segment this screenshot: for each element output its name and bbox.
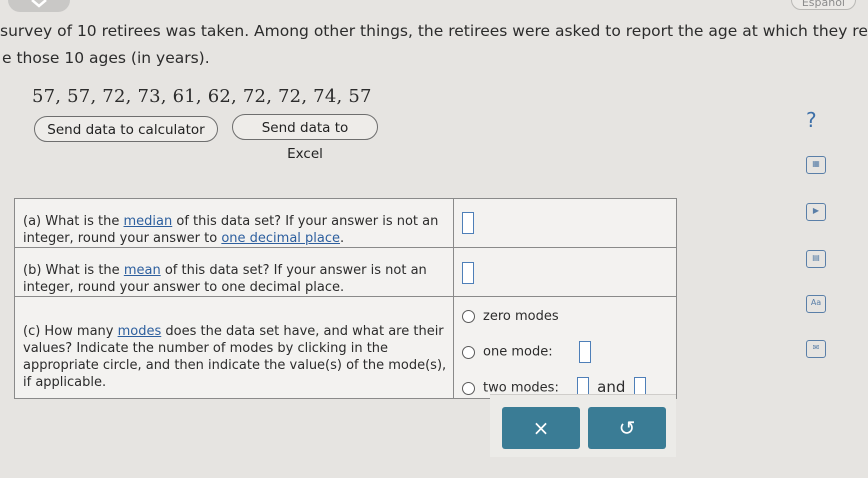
answer-b-cell bbox=[453, 247, 677, 297]
prompt-line-2: e those 10 ages (in years). bbox=[2, 49, 210, 67]
send-to-calculator-button[interactable]: Send data to calculator bbox=[34, 116, 218, 142]
zero-modes-option[interactable]: zero modes bbox=[462, 309, 559, 324]
text-icon[interactable]: Aa bbox=[806, 295, 826, 313]
question-b: (b) What is the mean of this data set? I… bbox=[14, 247, 454, 297]
one-mode-radio[interactable] bbox=[462, 345, 475, 359]
send-to-excel-button[interactable]: Send data to Excel bbox=[232, 114, 378, 162]
chevron-down-icon bbox=[31, 0, 47, 8]
undo-button[interactable]: ↺ bbox=[588, 407, 666, 449]
mean-link[interactable]: mean bbox=[124, 263, 161, 278]
clear-button[interactable]: × bbox=[502, 407, 580, 449]
answer-a-cell bbox=[453, 198, 677, 248]
data-values: 57, 57, 72, 73, 61, 62, 72, 72, 74, 57 bbox=[32, 86, 372, 107]
collapse-chip[interactable] bbox=[8, 0, 70, 12]
median-answer-input[interactable] bbox=[462, 212, 474, 234]
table-icon[interactable]: ▤ bbox=[806, 250, 826, 268]
one-mode-option[interactable]: one mode: bbox=[462, 341, 591, 363]
calculator-icon[interactable]: ▦ bbox=[806, 156, 826, 174]
language-button[interactable]: Español bbox=[790, 0, 856, 10]
help-icon[interactable]: ? bbox=[806, 108, 817, 132]
mean-answer-input[interactable] bbox=[462, 262, 474, 284]
modes-link[interactable]: modes bbox=[118, 324, 162, 339]
play-icon[interactable]: ▶ bbox=[806, 203, 826, 221]
two-modes-radio[interactable] bbox=[462, 381, 475, 395]
decimal-place-link[interactable]: one decimal place bbox=[221, 231, 340, 246]
zero-modes-radio[interactable] bbox=[462, 310, 475, 323]
mail-icon[interactable]: ✉ bbox=[806, 340, 826, 358]
answer-c-cell: zero modes one mode: two modes: and bbox=[453, 296, 677, 399]
question-table: (a) What is the median of this data set?… bbox=[14, 198, 677, 399]
action-bar: × ↺ bbox=[490, 394, 676, 457]
question-a: (a) What is the median of this data set?… bbox=[14, 198, 454, 248]
prompt-line-1: survey of 10 retirees was taken. Among o… bbox=[0, 22, 868, 40]
question-prompt: survey of 10 retirees was taken. Among o… bbox=[0, 18, 868, 72]
median-link[interactable]: median bbox=[124, 214, 173, 229]
question-c: (c) How many modes does the data set hav… bbox=[14, 296, 454, 399]
one-mode-input[interactable] bbox=[578, 341, 591, 363]
